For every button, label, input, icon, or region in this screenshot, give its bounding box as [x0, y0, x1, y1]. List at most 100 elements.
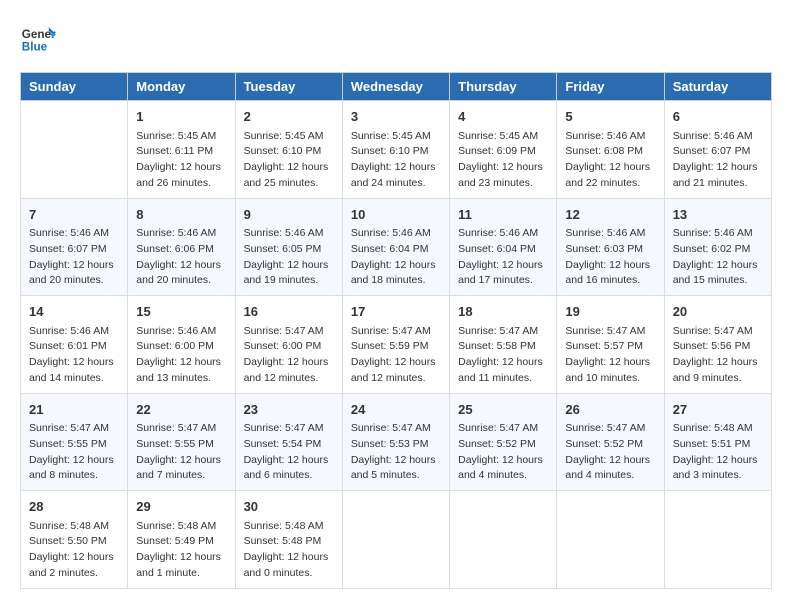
day-cell: 18Sunrise: 5:47 AMSunset: 5:58 PMDayligh…	[450, 296, 557, 394]
day-cell: 20Sunrise: 5:47 AMSunset: 5:56 PMDayligh…	[664, 296, 771, 394]
day-number: 19	[565, 302, 655, 322]
day-number: 1	[136, 107, 226, 127]
day-number: 13	[673, 205, 763, 225]
week-row-1: 1Sunrise: 5:45 AMSunset: 6:11 PMDaylight…	[21, 101, 772, 199]
day-cell: 10Sunrise: 5:46 AMSunset: 6:04 PMDayligh…	[342, 198, 449, 296]
day-info: Sunrise: 5:48 AMSunset: 5:50 PMDaylight:…	[29, 519, 119, 582]
day-info: Sunrise: 5:46 AMSunset: 6:08 PMDaylight:…	[565, 129, 655, 192]
day-info: Sunrise: 5:47 AMSunset: 5:53 PMDaylight:…	[351, 421, 441, 484]
logo: General Blue	[20, 20, 60, 56]
day-number: 25	[458, 400, 548, 420]
day-info: Sunrise: 5:46 AMSunset: 6:07 PMDaylight:…	[673, 129, 763, 192]
day-number: 7	[29, 205, 119, 225]
col-header-tuesday: Tuesday	[235, 73, 342, 101]
day-cell	[557, 491, 664, 589]
day-cell	[664, 491, 771, 589]
page-header: General Blue	[20, 20, 772, 56]
day-info: Sunrise: 5:46 AMSunset: 6:00 PMDaylight:…	[136, 324, 226, 387]
week-row-3: 14Sunrise: 5:46 AMSunset: 6:01 PMDayligh…	[21, 296, 772, 394]
day-cell: 14Sunrise: 5:46 AMSunset: 6:01 PMDayligh…	[21, 296, 128, 394]
svg-text:Blue: Blue	[22, 41, 48, 54]
day-info: Sunrise: 5:46 AMSunset: 6:06 PMDaylight:…	[136, 226, 226, 289]
day-info: Sunrise: 5:45 AMSunset: 6:10 PMDaylight:…	[244, 129, 334, 192]
day-info: Sunrise: 5:47 AMSunset: 5:56 PMDaylight:…	[673, 324, 763, 387]
day-cell: 15Sunrise: 5:46 AMSunset: 6:00 PMDayligh…	[128, 296, 235, 394]
day-number: 14	[29, 302, 119, 322]
day-info: Sunrise: 5:46 AMSunset: 6:02 PMDaylight:…	[673, 226, 763, 289]
day-info: Sunrise: 5:47 AMSunset: 5:54 PMDaylight:…	[244, 421, 334, 484]
day-cell: 2Sunrise: 5:45 AMSunset: 6:10 PMDaylight…	[235, 101, 342, 199]
day-cell: 27Sunrise: 5:48 AMSunset: 5:51 PMDayligh…	[664, 393, 771, 491]
day-cell: 23Sunrise: 5:47 AMSunset: 5:54 PMDayligh…	[235, 393, 342, 491]
day-cell: 22Sunrise: 5:47 AMSunset: 5:55 PMDayligh…	[128, 393, 235, 491]
day-number: 24	[351, 400, 441, 420]
col-header-wednesday: Wednesday	[342, 73, 449, 101]
day-info: Sunrise: 5:47 AMSunset: 5:59 PMDaylight:…	[351, 324, 441, 387]
day-info: Sunrise: 5:48 AMSunset: 5:48 PMDaylight:…	[244, 519, 334, 582]
day-cell: 13Sunrise: 5:46 AMSunset: 6:02 PMDayligh…	[664, 198, 771, 296]
day-number: 20	[673, 302, 763, 322]
day-cell: 12Sunrise: 5:46 AMSunset: 6:03 PMDayligh…	[557, 198, 664, 296]
day-cell: 4Sunrise: 5:45 AMSunset: 6:09 PMDaylight…	[450, 101, 557, 199]
day-cell	[450, 491, 557, 589]
day-number: 30	[244, 497, 334, 517]
day-cell: 9Sunrise: 5:46 AMSunset: 6:05 PMDaylight…	[235, 198, 342, 296]
day-cell: 25Sunrise: 5:47 AMSunset: 5:52 PMDayligh…	[450, 393, 557, 491]
day-number: 28	[29, 497, 119, 517]
day-info: Sunrise: 5:45 AMSunset: 6:11 PMDaylight:…	[136, 129, 226, 192]
col-header-monday: Monday	[128, 73, 235, 101]
day-number: 11	[458, 205, 548, 225]
day-number: 5	[565, 107, 655, 127]
day-cell: 30Sunrise: 5:48 AMSunset: 5:48 PMDayligh…	[235, 491, 342, 589]
logo-icon: General Blue	[20, 20, 56, 56]
day-info: Sunrise: 5:47 AMSunset: 6:00 PMDaylight:…	[244, 324, 334, 387]
day-info: Sunrise: 5:46 AMSunset: 6:01 PMDaylight:…	[29, 324, 119, 387]
header-row: SundayMondayTuesdayWednesdayThursdayFrid…	[21, 73, 772, 101]
calendar-table: SundayMondayTuesdayWednesdayThursdayFrid…	[20, 72, 772, 589]
day-number: 23	[244, 400, 334, 420]
day-info: Sunrise: 5:48 AMSunset: 5:49 PMDaylight:…	[136, 519, 226, 582]
day-info: Sunrise: 5:46 AMSunset: 6:04 PMDaylight:…	[351, 226, 441, 289]
day-number: 22	[136, 400, 226, 420]
day-number: 9	[244, 205, 334, 225]
day-number: 17	[351, 302, 441, 322]
day-cell: 6Sunrise: 5:46 AMSunset: 6:07 PMDaylight…	[664, 101, 771, 199]
week-row-5: 28Sunrise: 5:48 AMSunset: 5:50 PMDayligh…	[21, 491, 772, 589]
day-cell: 19Sunrise: 5:47 AMSunset: 5:57 PMDayligh…	[557, 296, 664, 394]
day-info: Sunrise: 5:47 AMSunset: 5:57 PMDaylight:…	[565, 324, 655, 387]
col-header-thursday: Thursday	[450, 73, 557, 101]
day-info: Sunrise: 5:46 AMSunset: 6:03 PMDaylight:…	[565, 226, 655, 289]
day-number: 8	[136, 205, 226, 225]
day-info: Sunrise: 5:47 AMSunset: 5:58 PMDaylight:…	[458, 324, 548, 387]
day-info: Sunrise: 5:45 AMSunset: 6:09 PMDaylight:…	[458, 129, 548, 192]
day-number: 3	[351, 107, 441, 127]
week-row-4: 21Sunrise: 5:47 AMSunset: 5:55 PMDayligh…	[21, 393, 772, 491]
day-number: 18	[458, 302, 548, 322]
day-number: 4	[458, 107, 548, 127]
day-number: 12	[565, 205, 655, 225]
day-cell: 26Sunrise: 5:47 AMSunset: 5:52 PMDayligh…	[557, 393, 664, 491]
day-cell: 21Sunrise: 5:47 AMSunset: 5:55 PMDayligh…	[21, 393, 128, 491]
day-cell: 29Sunrise: 5:48 AMSunset: 5:49 PMDayligh…	[128, 491, 235, 589]
day-info: Sunrise: 5:47 AMSunset: 5:52 PMDaylight:…	[458, 421, 548, 484]
day-cell	[21, 101, 128, 199]
day-cell: 28Sunrise: 5:48 AMSunset: 5:50 PMDayligh…	[21, 491, 128, 589]
day-info: Sunrise: 5:46 AMSunset: 6:07 PMDaylight:…	[29, 226, 119, 289]
day-cell: 24Sunrise: 5:47 AMSunset: 5:53 PMDayligh…	[342, 393, 449, 491]
day-cell: 1Sunrise: 5:45 AMSunset: 6:11 PMDaylight…	[128, 101, 235, 199]
day-info: Sunrise: 5:47 AMSunset: 5:55 PMDaylight:…	[136, 421, 226, 484]
day-info: Sunrise: 5:48 AMSunset: 5:51 PMDaylight:…	[673, 421, 763, 484]
day-cell: 16Sunrise: 5:47 AMSunset: 6:00 PMDayligh…	[235, 296, 342, 394]
day-cell: 11Sunrise: 5:46 AMSunset: 6:04 PMDayligh…	[450, 198, 557, 296]
day-cell: 7Sunrise: 5:46 AMSunset: 6:07 PMDaylight…	[21, 198, 128, 296]
day-number: 2	[244, 107, 334, 127]
day-info: Sunrise: 5:45 AMSunset: 6:10 PMDaylight:…	[351, 129, 441, 192]
day-cell	[342, 491, 449, 589]
day-info: Sunrise: 5:47 AMSunset: 5:55 PMDaylight:…	[29, 421, 119, 484]
day-cell: 8Sunrise: 5:46 AMSunset: 6:06 PMDaylight…	[128, 198, 235, 296]
day-number: 15	[136, 302, 226, 322]
day-number: 10	[351, 205, 441, 225]
day-number: 26	[565, 400, 655, 420]
day-cell: 17Sunrise: 5:47 AMSunset: 5:59 PMDayligh…	[342, 296, 449, 394]
day-number: 16	[244, 302, 334, 322]
